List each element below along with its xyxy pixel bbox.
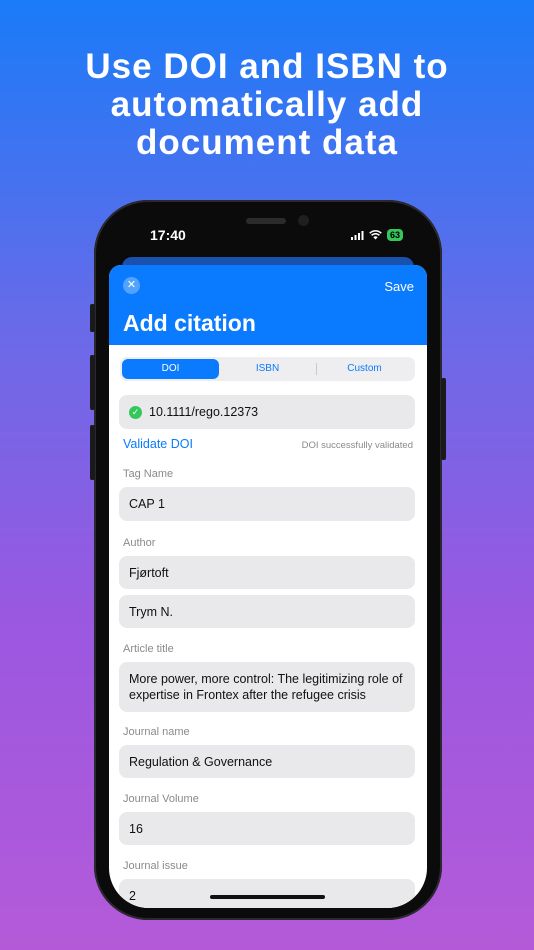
wifi-icon bbox=[369, 230, 382, 240]
article-title-input[interactable]: More power, more control: The legitimizi… bbox=[119, 662, 415, 712]
save-button[interactable]: Save bbox=[384, 279, 414, 294]
tab-isbn[interactable]: ISBN bbox=[219, 359, 316, 379]
headline: Use DOI and ISBN to automatically add do… bbox=[0, 48, 534, 162]
journal-volume-input[interactable]: 16 bbox=[119, 812, 415, 845]
article-title-label: Article title bbox=[123, 643, 174, 655]
author-first-name-input[interactable]: Trym N. bbox=[119, 595, 415, 628]
tag-name-value: CAP 1 bbox=[129, 497, 165, 511]
headline-line-1: Use DOI and ISBN to bbox=[85, 47, 449, 86]
checkmark-circle-icon: ✓ bbox=[129, 405, 142, 419]
close-icon: ✕ bbox=[126, 279, 137, 291]
volume-up-button bbox=[90, 355, 95, 410]
status-time: 17:40 bbox=[150, 227, 186, 243]
journal-volume-label: Journal Volume bbox=[123, 793, 199, 805]
author-first-name-value: Trym N. bbox=[129, 604, 173, 619]
journal-issue-value: 2 bbox=[129, 888, 136, 903]
validate-doi-button[interactable]: Validate DOI bbox=[123, 437, 193, 451]
front-camera bbox=[298, 215, 309, 226]
headline-line-3: document data bbox=[136, 123, 398, 162]
volume-down-button bbox=[90, 425, 95, 480]
close-button[interactable]: ✕ bbox=[123, 277, 140, 294]
add-citation-sheet: ✕ Save Add citation DOI ISBN Custom ✓ 10… bbox=[109, 265, 427, 908]
journal-volume-value: 16 bbox=[129, 821, 143, 836]
power-button bbox=[441, 378, 446, 460]
author-last-name-input[interactable]: Fjørtoft bbox=[119, 556, 415, 589]
sheet-header: ✕ Save Add citation bbox=[109, 265, 427, 345]
journal-issue-input[interactable]: 2 bbox=[119, 879, 415, 908]
page-title: Add citation bbox=[123, 310, 256, 336]
author-last-name-value: Fjørtoft bbox=[129, 565, 169, 580]
battery-icon: 63 bbox=[386, 229, 403, 241]
tab-custom[interactable]: Custom bbox=[316, 359, 413, 379]
journal-issue-label: Journal issue bbox=[123, 860, 188, 872]
status-indicators: 63 bbox=[350, 229, 403, 241]
article-title-value: More power, more control: The legitimizi… bbox=[129, 672, 403, 702]
phone-screen: 17:40 63 ✕ Save Add citation DOI ISBN Cu… bbox=[109, 212, 427, 908]
source-segmented-control: DOI ISBN Custom bbox=[120, 357, 415, 381]
tag-name-label: Tag Name bbox=[123, 468, 174, 480]
journal-name-label: Journal name bbox=[123, 726, 190, 738]
earpiece-speaker bbox=[246, 218, 286, 224]
doi-status-text: DOI successfully validated bbox=[301, 440, 413, 451]
doi-input[interactable]: ✓ 10.1111/rego.12373 bbox=[119, 395, 415, 429]
home-indicator bbox=[210, 895, 325, 899]
headline-line-2: automatically add bbox=[110, 85, 424, 124]
cellular-signal-icon bbox=[350, 230, 364, 240]
doi-value: 10.1111/rego.12373 bbox=[149, 405, 259, 419]
tab-doi[interactable]: DOI bbox=[122, 359, 219, 379]
author-label: Author bbox=[123, 537, 156, 549]
tag-name-input[interactable]: CAP 1 bbox=[119, 487, 415, 521]
journal-name-value: Regulation & Governance bbox=[129, 754, 273, 769]
phone-frame: 17:40 63 ✕ Save Add citation DOI ISBN Cu… bbox=[90, 200, 446, 920]
journal-name-input[interactable]: Regulation & Governance bbox=[119, 745, 415, 778]
mute-switch bbox=[90, 304, 95, 332]
